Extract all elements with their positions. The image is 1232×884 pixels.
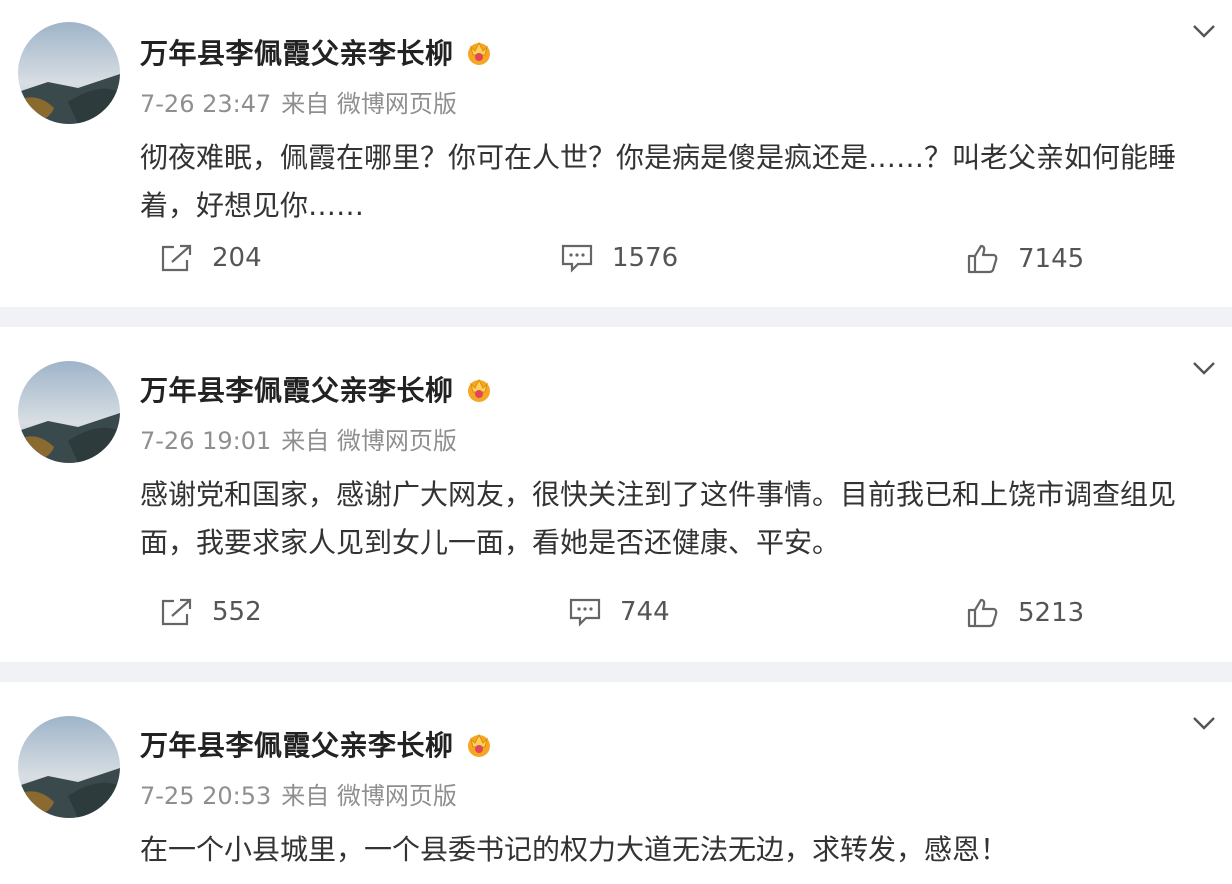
chevron-down-icon[interactable]	[1190, 714, 1218, 732]
post-meta: 7-25 20:53 来自 微博网页版	[140, 776, 457, 811]
like-count: 5213	[1018, 598, 1085, 628]
comment-button[interactable]: 1576	[560, 243, 678, 273]
post-text: 彻夜难眠，佩霞在哪里？你可在人世？你是病是傻是疯还是……？叫老父亲如何能睡着，好…	[140, 141, 1177, 222]
post-source: 来自 微博网页版	[281, 90, 457, 118]
post-text: 在一个小县城里，一个县委书记的权力大道无法无边，求转发，感恩！	[140, 833, 1009, 866]
chevron-down-icon[interactable]	[1190, 359, 1218, 377]
post-card: 万年县李佩霞父亲李长柳 7-26 19:01 来自 微博网页版 感谢党和国家，感谢…	[0, 327, 1232, 662]
post-actions: 204 1576 7145	[0, 243, 1232, 293]
repost-icon	[161, 244, 192, 272]
thumbs-up-icon	[967, 598, 998, 628]
vip-crown-icon	[464, 729, 494, 759]
post-actions: 552 744 5213	[0, 597, 1232, 647]
like-button[interactable]: 7145	[966, 243, 1084, 275]
repost-count: 552	[212, 597, 262, 627]
repost-count: 204	[212, 243, 262, 273]
author-name[interactable]: 万年县李佩霞父亲李长柳	[140, 369, 454, 409]
post-source: 来自 微博网页版	[281, 427, 457, 455]
comment-button[interactable]: 744	[568, 597, 670, 627]
comment-count: 1576	[612, 243, 679, 273]
repost-icon	[161, 598, 192, 626]
author-name[interactable]: 万年县李佩霞父亲李长柳	[140, 32, 454, 72]
vip-crown-icon	[464, 37, 494, 67]
avatar[interactable]	[18, 361, 120, 463]
repost-button[interactable]: 552	[160, 597, 262, 627]
post-card: 万年县李佩霞父亲李长柳 7-25 20:53 来自 微博网页版 在一个小县城里，一…	[0, 682, 1232, 884]
thumbs-up-icon	[967, 244, 998, 274]
comment-count: 744	[620, 597, 670, 627]
post-source: 来自 微博网页版	[281, 782, 457, 810]
post-text: 感谢党和国家，感谢广大网友，很快关注到了这件事情。目前我已和上饶市调查组见面，我…	[140, 478, 1177, 559]
comment-icon	[561, 244, 593, 273]
post-time[interactable]: 7-26 19:01	[140, 427, 271, 455]
author-row: 万年县李佩霞父亲李长柳	[140, 32, 494, 72]
author-row: 万年县李佩霞父亲李长柳	[140, 724, 494, 764]
like-button[interactable]: 5213	[966, 597, 1084, 629]
author-name[interactable]: 万年县李佩霞父亲李长柳	[140, 724, 454, 764]
post-card: 万年县李佩霞父亲李长柳 7-26 23:47 来自 微博网页版 彻夜难眠，佩霞在哪…	[0, 0, 1232, 307]
chevron-down-icon[interactable]	[1190, 22, 1218, 40]
post-meta: 7-26 23:47 来自 微博网页版	[140, 84, 457, 119]
weibo-feed: 万年县李佩霞父亲李长柳 7-26 23:47 来自 微博网页版 彻夜难眠，佩霞在哪…	[0, 0, 1232, 884]
avatar[interactable]	[18, 716, 120, 818]
author-row: 万年县李佩霞父亲李长柳	[140, 369, 494, 409]
like-count: 7145	[1018, 244, 1085, 274]
vip-crown-icon	[464, 374, 494, 404]
post-time[interactable]: 7-26 23:47	[140, 90, 271, 118]
post-meta: 7-26 19:01 来自 微博网页版	[140, 421, 457, 456]
repost-button[interactable]: 204	[160, 243, 262, 273]
avatar[interactable]	[18, 22, 120, 124]
comment-icon	[569, 598, 601, 627]
post-time[interactable]: 7-25 20:53	[140, 782, 271, 810]
